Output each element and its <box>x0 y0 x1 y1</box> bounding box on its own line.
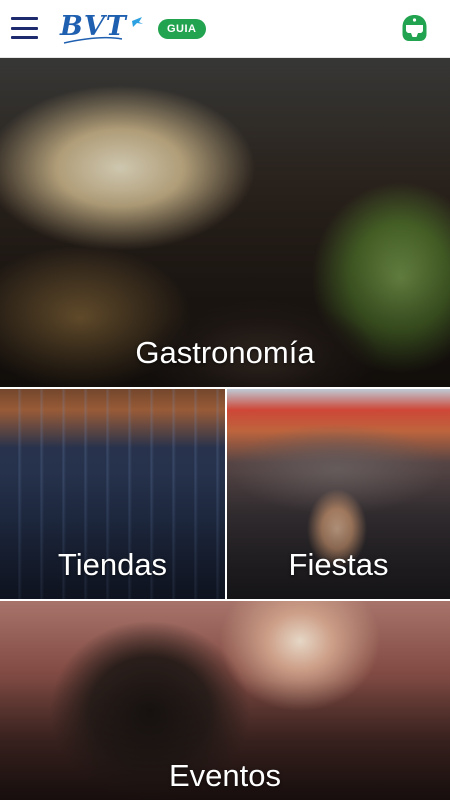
menu-line <box>11 26 38 30</box>
hamburger-menu-icon[interactable] <box>11 17 38 39</box>
category-tile-gastronomia[interactable]: Gastronomía <box>0 58 450 387</box>
app-logo[interactable]: BVT <box>60 11 150 47</box>
helmet-icon[interactable] <box>401 14 428 42</box>
app-header: BVT GUIA <box>0 0 450 58</box>
category-tile-eventos[interactable]: Eventos <box>0 601 450 800</box>
menu-line <box>11 17 38 20</box>
tile-label: Fiestas <box>288 547 389 582</box>
category-tile-fiestas[interactable]: Fiestas <box>227 389 450 599</box>
tile-label: Tiendas <box>57 547 168 582</box>
menu-line <box>11 36 38 39</box>
category-tile-tiendas[interactable]: Tiendas <box>0 389 225 599</box>
tile-label: Eventos <box>168 758 281 793</box>
logo-swoosh <box>63 17 143 44</box>
guia-badge: GUIA <box>158 19 206 39</box>
tile-label: Gastronomía <box>135 335 315 370</box>
